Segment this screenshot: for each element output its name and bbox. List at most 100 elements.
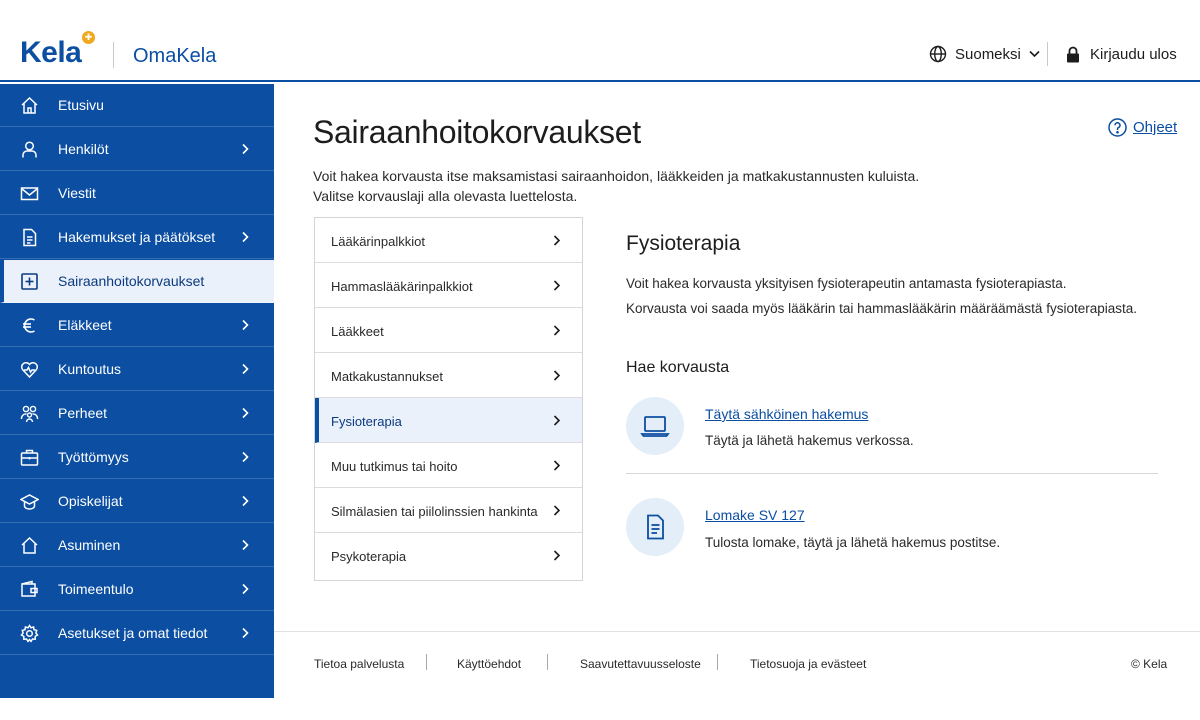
chevron-right-icon	[242, 451, 249, 463]
help-label: Ohjeet	[1133, 119, 1178, 136]
sidebar-item-label: Hakemukset ja päätökset	[58, 229, 216, 245]
sidebar-item-perheet[interactable]: Perheet	[0, 392, 274, 435]
sidebar-nav: Etusivu Henkilöt Viestit Hakemukset ja p…	[0, 84, 274, 698]
chevron-right-icon	[242, 407, 249, 419]
home-icon	[21, 96, 38, 114]
list-item-silmalasit[interactable]: Silmälasien tai piilolinssien hankinta	[315, 488, 582, 533]
chevron-down-icon	[1029, 50, 1040, 58]
list-item-matkakustannukset[interactable]: Matkakustannukset	[315, 353, 582, 398]
chevron-right-icon	[242, 143, 249, 155]
list-item-fysioterapia[interactable]: Fysioterapia	[315, 398, 582, 443]
family-icon	[20, 405, 39, 423]
chevron-right-icon	[553, 550, 561, 561]
page-footer: Tietoa palvelusta Käyttöehdot Saavutetta…	[274, 631, 1200, 698]
compensation-type-list: Lääkärinpalkkiot Hammaslääkärinpalkkiot …	[314, 217, 583, 581]
sidebar-item-label: Asuminen	[58, 537, 121, 553]
document-icon	[23, 228, 37, 247]
list-item-laakkeet[interactable]: Lääkkeet	[315, 308, 582, 353]
sidebar-item-henkilot[interactable]: Henkilöt	[0, 128, 274, 171]
detail-description: Voit hakea korvausta yksityisen fysioter…	[626, 276, 1067, 291]
chevron-right-icon	[242, 539, 249, 551]
chevron-right-icon	[242, 495, 249, 507]
list-item-laakarinpalkkiot[interactable]: Lääkärinpalkkiot	[315, 218, 582, 263]
paper-form-icon-circle	[626, 498, 684, 556]
footer-link-saavutettavuusseloste[interactable]: Saavutettavuusseloste	[580, 657, 701, 671]
chevron-right-icon	[553, 325, 561, 336]
page-title: Sairaanhoitokorvaukset	[313, 114, 641, 150]
chevron-right-icon	[553, 370, 561, 381]
sidebar-item-toimeentulo[interactable]: Toimeentulo	[0, 568, 274, 611]
wallet-icon	[21, 580, 38, 597]
lock-icon	[1067, 46, 1079, 62]
envelope-icon	[20, 187, 39, 201]
footer-link-tietoa-palvelusta[interactable]: Tietoa palvelusta	[314, 657, 404, 671]
globe-icon	[929, 45, 947, 63]
sidebar-item-asetukset[interactable]: Asetukset ja omat tiedot	[0, 612, 274, 655]
detail-description: Korvausta voi saada myös lääkärin tai ha…	[626, 301, 1137, 316]
sidebar-item-label: Etusivu	[58, 97, 104, 113]
list-item-muu-tutkimus[interactable]: Muu tutkimus tai hoito	[315, 443, 582, 488]
sidebar-item-label: Työttömyys	[58, 449, 129, 465]
online-application-link[interactable]: Täytä sähköinen hakemus	[705, 406, 868, 422]
online-application-icon-circle	[626, 397, 684, 455]
sidebar-item-kuntoutus[interactable]: Kuntoutus	[0, 348, 274, 391]
chevron-right-icon	[553, 460, 561, 471]
form-document-icon	[647, 514, 664, 540]
sidebar-item-sairaanhoitokorvaukset[interactable]: Sairaanhoitokorvaukset	[0, 260, 274, 303]
sidebar-item-tyottomyys[interactable]: Työttömyys	[0, 436, 274, 479]
sidebar-item-etusivu[interactable]: Etusivu	[0, 84, 274, 127]
list-item-label: Psykoterapia	[331, 549, 407, 564]
footer-separator	[717, 654, 718, 670]
chevron-right-icon	[242, 319, 249, 331]
logo-divider	[113, 42, 114, 68]
gear-icon	[20, 624, 39, 643]
chevron-right-icon	[242, 363, 249, 375]
list-item-psykoterapia[interactable]: Psykoterapia	[315, 533, 582, 578]
list-item-label: Fysioterapia	[331, 414, 402, 429]
sidebar-item-elakkeet[interactable]: Eläkkeet	[0, 304, 274, 347]
option-description: Täytä ja lähetä hakemus verkossa.	[705, 433, 914, 448]
logo-badge-icon: ✚	[82, 31, 95, 44]
sidebar-item-opiskelijat[interactable]: Opiskelijat	[0, 480, 274, 523]
sidebar-item-viestit[interactable]: Viestit	[0, 172, 274, 215]
chevron-right-icon	[553, 280, 561, 291]
sidebar-item-hakemukset[interactable]: Hakemukset ja päätökset	[0, 216, 274, 259]
language-label: Suomeksi	[955, 45, 1021, 63]
sidebar-item-asuminen[interactable]: Asuminen	[0, 524, 274, 567]
heart-pulse-icon	[21, 362, 38, 379]
house-icon	[21, 536, 38, 554]
chevron-right-icon	[242, 627, 249, 639]
service-name: OmaKela	[133, 45, 217, 67]
chevron-right-icon	[553, 505, 561, 516]
logout-button[interactable]: Kirjaudu ulos	[1066, 44, 1177, 64]
euro-icon	[23, 318, 35, 333]
footer-link-kayttoehdot[interactable]: Käyttöehdot	[457, 657, 521, 671]
sidebar-item-label: Sairaanhoitokorvaukset	[58, 273, 205, 289]
chevron-right-icon	[553, 235, 561, 246]
help-question-icon	[1108, 118, 1127, 137]
help-link[interactable]: Ohjeet	[1108, 118, 1177, 137]
logout-label: Kirjaudu ulos	[1090, 45, 1177, 63]
chevron-right-icon	[553, 415, 561, 426]
list-item-label: Silmälasien tai piilolinssien hankinta	[331, 504, 538, 519]
paper-form-link[interactable]: Lomake SV 127	[705, 507, 805, 523]
footer-link-tietosuoja[interactable]: Tietosuoja ja evästeet	[750, 657, 866, 671]
chevron-right-icon	[242, 583, 249, 595]
sidebar-item-label: Eläkkeet	[58, 317, 112, 333]
sidebar-item-label: Opiskelijat	[58, 493, 123, 509]
person-icon	[22, 141, 37, 158]
sidebar-item-label: Toimeentulo	[58, 581, 134, 597]
footer-separator	[426, 654, 427, 670]
sidebar-item-label: Perheet	[58, 405, 108, 421]
header-divider	[1047, 42, 1048, 66]
chevron-right-icon	[242, 231, 249, 243]
plus-square-icon	[21, 273, 38, 290]
footer-separator	[547, 654, 548, 670]
intro-text: Voit hakea korvausta itse maksamistasi s…	[313, 168, 920, 184]
list-item-hammaslaakarinpalkkiot[interactable]: Hammaslääkärinpalkkiot	[315, 263, 582, 308]
language-selector[interactable]: Suomeksi	[929, 44, 1040, 64]
sidebar-item-label: Viestit	[58, 185, 96, 201]
list-item-label: Matkakustannukset	[331, 369, 444, 384]
kela-logo[interactable]: Kela	[20, 36, 82, 70]
intro-text: Valitse korvauslaji alla olevasta luette…	[313, 188, 578, 204]
